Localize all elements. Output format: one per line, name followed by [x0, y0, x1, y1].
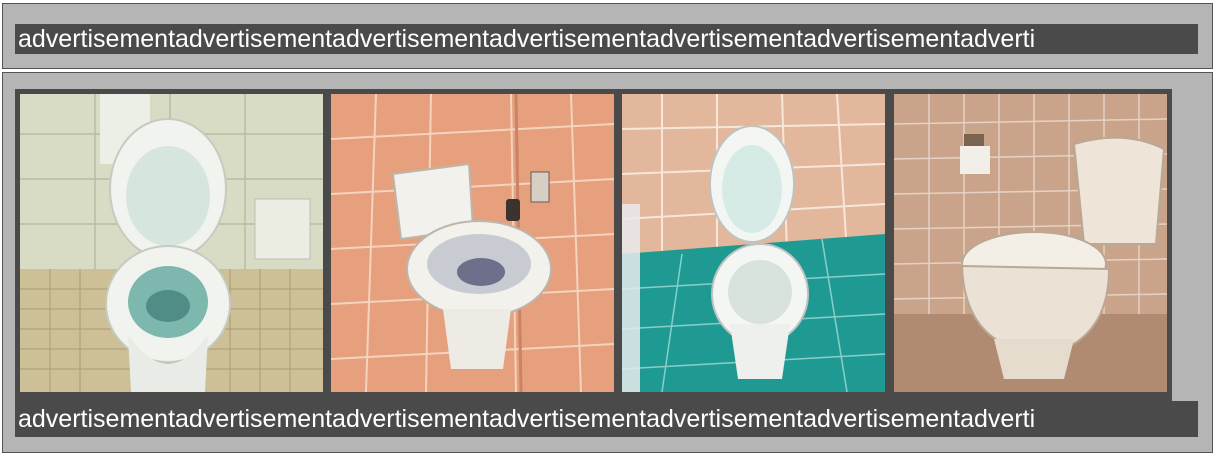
gallery-image-3[interactable]	[622, 94, 885, 392]
toilet-image	[331, 94, 614, 392]
bottom-ad-text[interactable]: advertisementadvertisementadvertisementa…	[15, 401, 1198, 437]
gallery-image-2[interactable]	[331, 94, 614, 392]
top-ad-banner: advertisementadvertisementadvertisementa…	[2, 3, 1213, 69]
top-ad-text[interactable]: advertisementadvertisementadvertisementa…	[15, 24, 1198, 54]
toilet-image	[894, 94, 1167, 392]
gallery-strip	[15, 89, 1172, 401]
gallery-image-4[interactable]	[894, 94, 1167, 392]
image-gallery: advertisementadvertisementadvertisementa…	[2, 72, 1213, 453]
toilet-image	[622, 94, 885, 392]
toilet-image	[20, 94, 323, 392]
gallery-image-1[interactable]	[20, 94, 323, 392]
